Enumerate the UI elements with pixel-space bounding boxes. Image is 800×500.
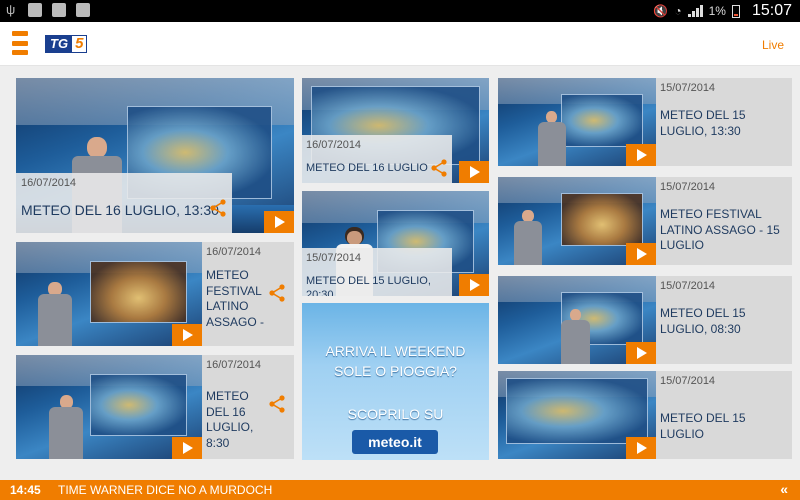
ad-cta: SCOPRILO SU bbox=[347, 406, 444, 422]
notification-icons: ψ bbox=[6, 3, 90, 17]
app-bar: TG 5 Live bbox=[0, 22, 800, 66]
play-button[interactable] bbox=[626, 144, 656, 166]
share-icon[interactable] bbox=[268, 284, 286, 302]
card-date: 15/07/2014 bbox=[660, 181, 716, 193]
ticker-time: 14:45 bbox=[10, 483, 41, 497]
ticker-headline[interactable]: TIME WARNER DICE NO A MURDOCH bbox=[58, 483, 272, 497]
play-button[interactable] bbox=[264, 211, 294, 233]
status-bar: ψ 🔇 ◔ 1% 15:07 bbox=[0, 0, 800, 22]
system-icons: 🔇 ◔ 1% 15:07 bbox=[653, 2, 792, 20]
clock: 15:07 bbox=[751, 2, 792, 19]
video-card[interactable]: 15/07/2014 METEO DEL 15 LUGLIO bbox=[498, 371, 792, 459]
video-card[interactable]: 16/07/2014 METEO DEL 16 LUGLIO bbox=[302, 78, 489, 183]
card-title: METEO DEL 16 LUGLIO bbox=[306, 162, 428, 174]
battery-percent: 1% bbox=[708, 4, 726, 18]
usb-icon: ψ bbox=[6, 2, 16, 17]
menu-icon[interactable] bbox=[12, 31, 28, 55]
card-date: 15/07/2014 bbox=[660, 280, 716, 292]
signal-icon bbox=[687, 5, 703, 17]
card-title: METEO DEL 16 LUGLIO, 13:30 bbox=[21, 202, 219, 218]
video-card-featured[interactable]: 16/07/2014 METEO DEL 16 LUGLIO, 13:30 bbox=[16, 78, 294, 233]
play-button[interactable] bbox=[172, 324, 202, 346]
video-card[interactable]: 15/07/2014 METEO DEL 15 LUGLIO, 20:30 bbox=[302, 191, 489, 296]
card-title: METEO DEL 15 LUGLIO, 20:30 bbox=[306, 275, 431, 296]
battery-icon bbox=[731, 4, 740, 18]
card-caption: 16/07/2014 METEO DEL 16 LUGLIO, 13:30 bbox=[16, 173, 232, 233]
card-date: 16/07/2014 bbox=[306, 139, 362, 151]
clipboard-check-icon bbox=[76, 3, 90, 17]
video-card[interactable]: 15/07/2014 METEO DEL 15 LUGLIO, 08:30 bbox=[498, 276, 792, 364]
card-title: METEO DEL 16 LUGLIO, 8:30 bbox=[206, 389, 254, 450]
wifi-icon: ◔ bbox=[674, 4, 682, 18]
video-card[interactable]: 16/07/2014 METEO FESTIVAL LATINO ASSAGO … bbox=[16, 242, 294, 346]
card-date: 16/07/2014 bbox=[206, 246, 262, 258]
play-button[interactable] bbox=[459, 161, 489, 183]
card-date: 15/07/2014 bbox=[660, 375, 716, 387]
play-button[interactable] bbox=[626, 342, 656, 364]
tg5-logo: TG 5 bbox=[45, 35, 88, 53]
expand-ticker-icon[interactable]: « bbox=[780, 481, 788, 497]
logo-tg-text: TG bbox=[46, 36, 73, 52]
ad-subheadline: SOLE O PIOGGIA? bbox=[334, 363, 457, 379]
video-card[interactable]: 16/07/2014 METEO DEL 16 LUGLIO, 8:30 bbox=[16, 355, 294, 459]
video-card[interactable]: 15/07/2014 METEO FESTIVAL LATINO ASSAGO … bbox=[498, 177, 792, 265]
news-ticker[interactable]: 14:45 TIME WARNER DICE NO A MURDOCH « bbox=[0, 480, 800, 500]
play-button[interactable] bbox=[626, 437, 656, 459]
card-title: METEO DEL 15 LUGLIO bbox=[660, 411, 746, 441]
play-button[interactable] bbox=[459, 274, 489, 296]
mute-icon: 🔇 bbox=[653, 4, 669, 18]
meteo-logo: meteo.it bbox=[352, 430, 438, 454]
logo-five-text: 5 bbox=[72, 36, 87, 52]
play-button[interactable] bbox=[626, 243, 656, 265]
card-title: METEO FESTIVAL LATINO ASSAGO - bbox=[206, 268, 265, 329]
card-title: METEO DEL 15 LUGLIO, 13:30 bbox=[660, 108, 746, 138]
card-date: 16/07/2014 bbox=[21, 177, 77, 189]
card-caption: 15/07/2014 METEO DEL 15 LUGLIO, 20:30 bbox=[302, 248, 452, 296]
share-icon[interactable] bbox=[209, 199, 227, 217]
share-icon[interactable] bbox=[430, 159, 448, 177]
share-icon[interactable] bbox=[268, 395, 286, 413]
card-date: 15/07/2014 bbox=[660, 82, 716, 94]
play-button[interactable] bbox=[172, 437, 202, 459]
card-title: METEO FESTIVAL LATINO ASSAGO - 15 LUGLIO bbox=[660, 207, 780, 253]
ad-headline: ARRIVA IL WEEKEND bbox=[325, 343, 466, 359]
sim-icon bbox=[28, 3, 42, 17]
card-date: 16/07/2014 bbox=[206, 359, 262, 371]
meteo-ad-banner[interactable]: ARRIVA IL WEEKEND SOLE O PIOGGIA? SCOPRI… bbox=[302, 303, 489, 460]
live-link[interactable]: Live bbox=[762, 38, 784, 52]
briefcase-icon bbox=[52, 3, 66, 17]
card-date: 15/07/2014 bbox=[306, 252, 362, 264]
card-title: METEO DEL 15 LUGLIO, 08:30 bbox=[660, 306, 746, 336]
video-card[interactable]: 15/07/2014 METEO DEL 15 LUGLIO, 13:30 bbox=[498, 78, 792, 166]
